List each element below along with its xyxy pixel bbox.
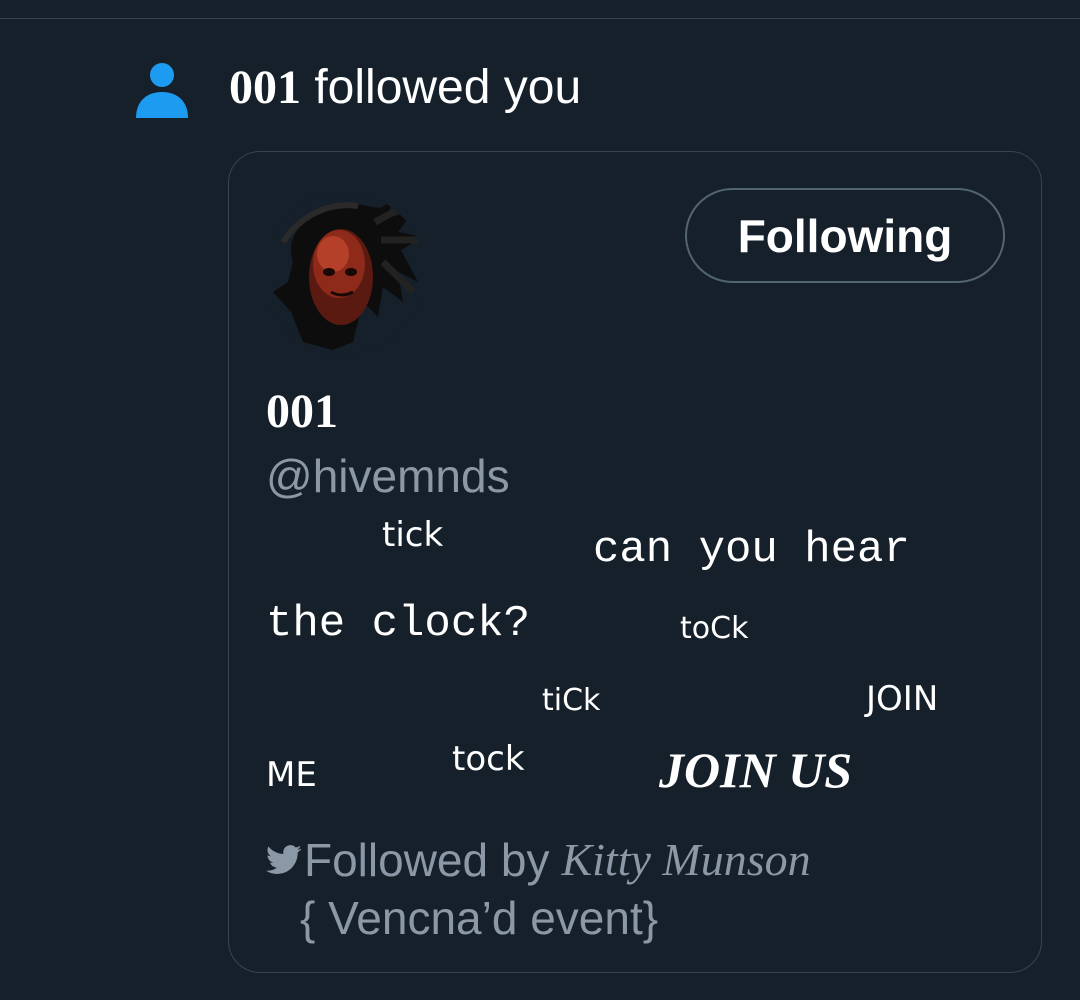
notification-actor-name[interactable]: 001 — [229, 61, 301, 114]
notification-text: 001 followed you — [229, 58, 581, 118]
follower-name-link[interactable]: Kitty Munson — [561, 832, 810, 888]
avatar-image — [263, 192, 425, 354]
top-divider — [0, 18, 1080, 19]
notification-action: followed you — [301, 61, 582, 114]
bio-tock-2: tock — [452, 739, 525, 779]
bio-join-us: JOIN US — [659, 742, 853, 798]
following-button[interactable]: Following — [685, 188, 1005, 283]
user-handle[interactable]: @hivemnds — [266, 448, 510, 504]
person-icon — [136, 63, 188, 118]
bio-join: JOIN — [866, 679, 939, 719]
bio-me: ME — [266, 755, 317, 795]
bio-tick-1: tick — [382, 515, 444, 555]
followed-by-prefix: Followed by — [304, 834, 550, 886]
bio-the-clock: the clock? — [266, 599, 531, 649]
bio-tick-2: tiCk — [542, 683, 601, 718]
bio-can-you-hear: can you hear — [593, 525, 910, 575]
bio-tock-1: toCk — [680, 611, 749, 646]
followed-by-line: Followed by Kitty Munson — [266, 832, 811, 888]
display-name[interactable]: 001 — [266, 384, 338, 440]
followed-by-suffix: { Vencna’d event} — [300, 892, 659, 944]
bird-icon — [266, 845, 302, 874]
avatar[interactable] — [263, 192, 425, 354]
